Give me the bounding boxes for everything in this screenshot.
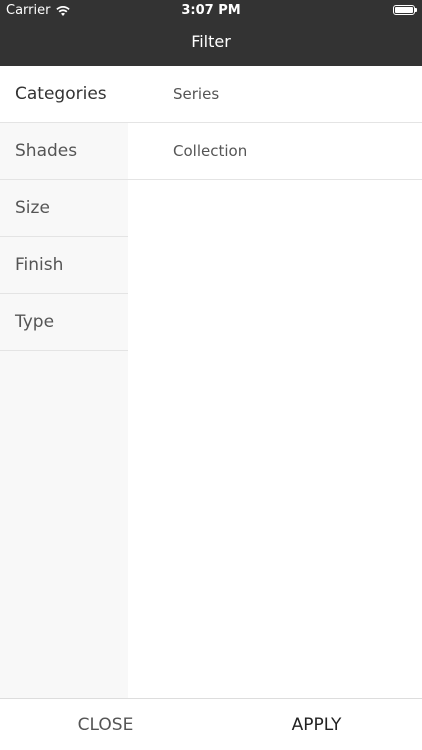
footer-actions: CLOSE APPLY [0,698,422,750]
option-item-collection[interactable]: Collection [128,123,422,180]
option-item-label: Collection [173,142,248,160]
status-bar: Carrier 3:07 PM [0,0,422,22]
close-button[interactable]: CLOSE [0,699,211,750]
sidebar-item-finish[interactable]: Finish [0,237,128,294]
sidebar-item-size[interactable]: Size [0,180,128,237]
battery-fill [395,7,413,13]
page-title: Filter [191,32,231,51]
sidebar-item-label: Shades [15,141,78,161]
option-item-label: Series [173,85,220,103]
sidebar-item-label: Type [15,312,55,332]
apply-button[interactable]: APPLY [211,699,422,750]
sidebar-item-label: Finish [15,255,64,275]
status-time: 3:07 PM [181,3,241,18]
header: Carrier 3:07 PM Filter [0,0,422,66]
battery-icon [393,5,417,15]
battery-tip [415,8,417,12]
sidebar-item-label: Size [15,198,50,218]
filter-screen: Carrier 3:07 PM Filter Categories Shades… [0,0,422,750]
option-item-series[interactable]: Series [0,66,422,123]
filter-options-list: Series Collection [0,66,422,698]
filter-category-sidebar: Categories Shades Size Finish Type [0,66,128,698]
sidebar-item-shades[interactable]: Shades [0,123,128,180]
sidebar-item-type[interactable]: Type [0,294,128,351]
